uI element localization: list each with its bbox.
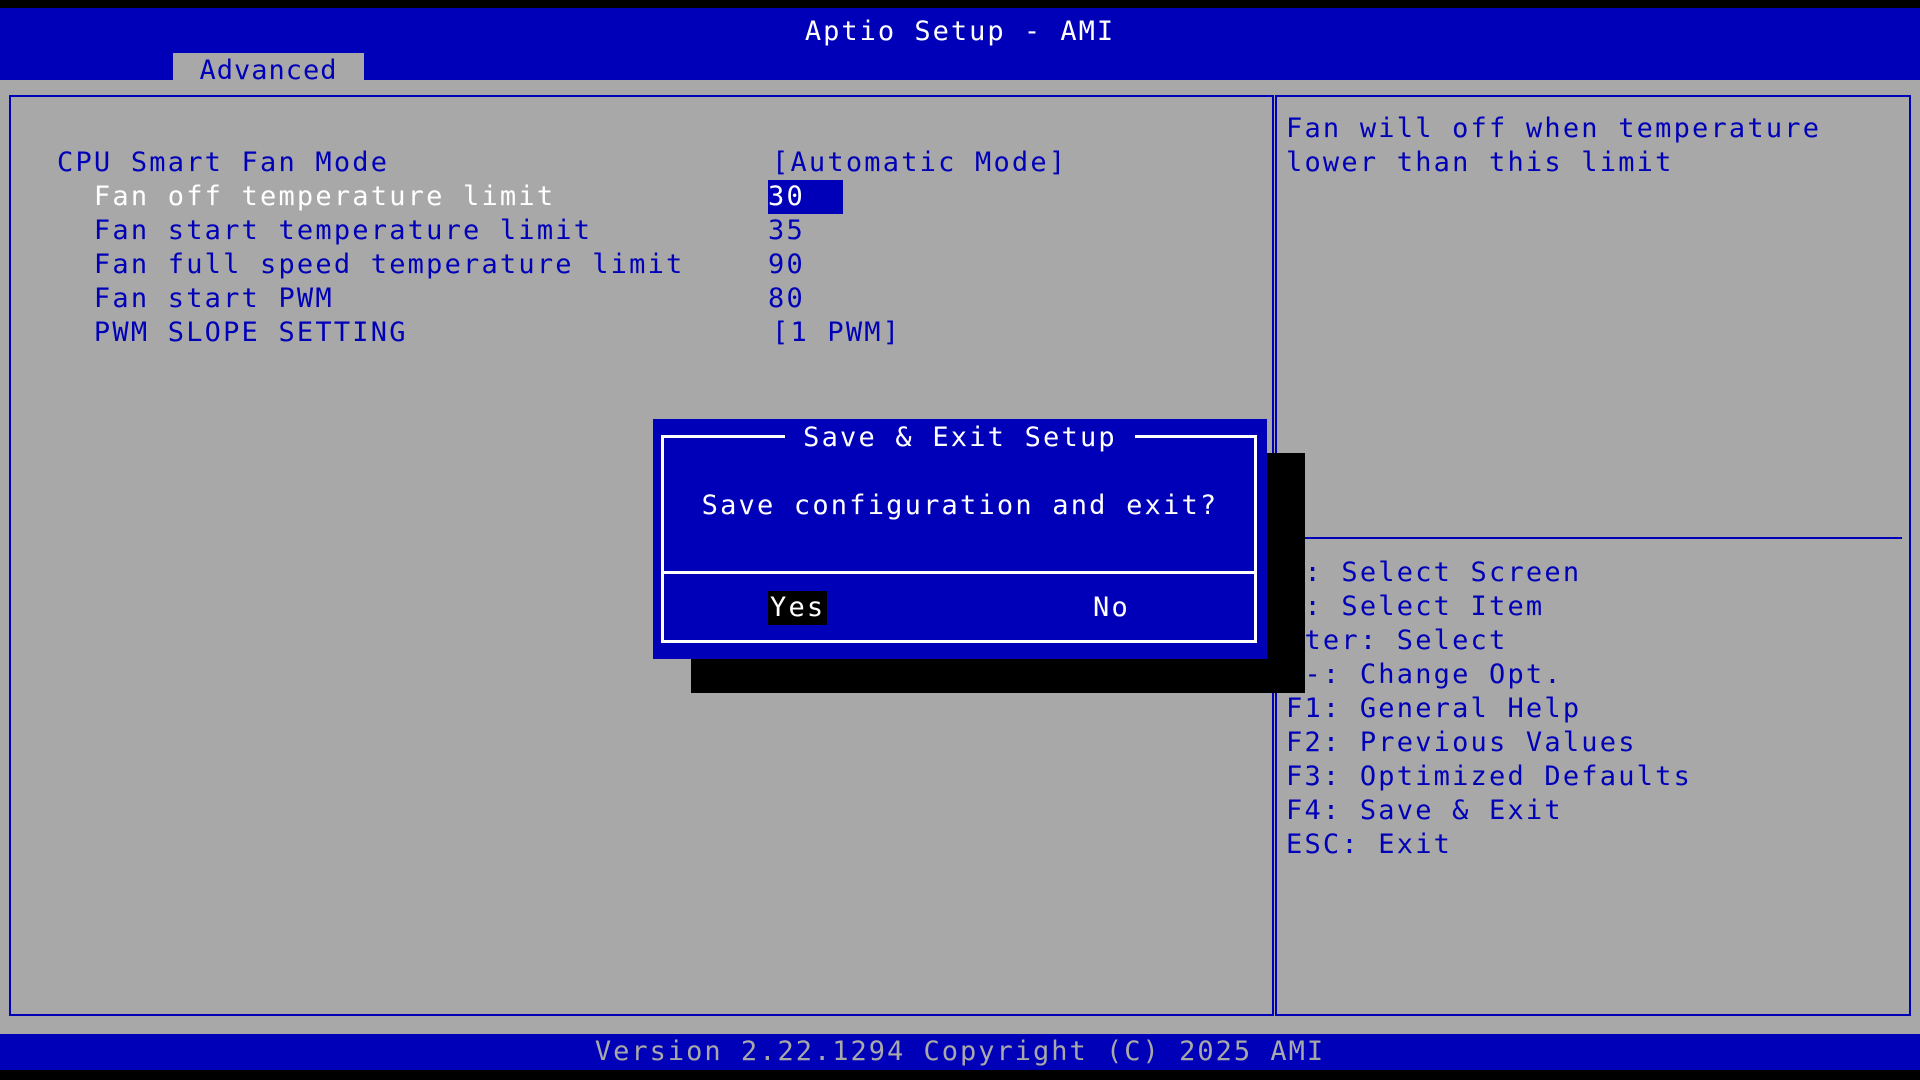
setting-label-pwm-slope-setting[interactable]: PWM SLOPE SETTING [57, 316, 408, 350]
save-exit-dialog: Save & Exit Setup Save configuration and… [653, 419, 1267, 659]
key-hint-select-screen: ←: Select Screen [1286, 557, 1582, 588]
key-hint-optimized-defaults: F3: Optimized Defaults [1286, 761, 1693, 792]
setting-value-fan-full-speed-temp-limit[interactable]: 90 [768, 248, 805, 282]
key-hint-save-exit: F4: Save & Exit [1286, 795, 1563, 826]
no-button[interactable]: No [1093, 591, 1130, 625]
version-copyright: Version 2.22.1294 Copyright (C) 2025 AMI [594, 1036, 1326, 1067]
setting-label-fan-off-temp-limit[interactable]: Fan off temperature limit [57, 180, 555, 214]
setting-value-fan-off-temp-limit[interactable]: 30 [768, 180, 843, 214]
help-line-2: lower than this limit [1286, 147, 1674, 178]
key-hint-previous-values: F2: Previous Values [1286, 727, 1637, 758]
setting-value-fan-start-pwm[interactable]: 80 [768, 282, 805, 316]
setting-value-cpu-smart-fan-mode[interactable]: [Automatic Mode] [772, 146, 1067, 180]
help-line-1: Fan will off when temperature [1286, 113, 1822, 144]
key-hint-change-opt: /-: Change Opt. [1286, 659, 1563, 690]
help-text: Fan will off when temperature lower than … [1286, 112, 1821, 180]
setting-label-fan-start-temp-limit[interactable]: Fan start temperature limit [57, 214, 592, 248]
key-hint-esc-exit: ESC: Exit [1286, 829, 1453, 860]
dialog-message: Save configuration and exit? [701, 490, 1219, 521]
setting-value-pwm-slope-setting[interactable]: [1 PWM] [772, 316, 901, 350]
setting-label-fan-full-speed-temp-limit[interactable]: Fan full speed temperature limit [57, 248, 684, 282]
dialog-separator [661, 571, 1257, 574]
key-hint-select-item: ↓: Select Item [1286, 591, 1545, 622]
bios-screen: Aptio Setup - AMI Advanced CPU Smart Fan… [0, 0, 1920, 1080]
header-bar: Aptio Setup - AMI Advanced [0, 8, 1920, 88]
yes-button[interactable]: Yes [768, 591, 828, 625]
key-hint-enter-select: nter: Select [1286, 625, 1508, 656]
setting-label-cpu-smart-fan-mode[interactable]: CPU Smart Fan Mode [57, 146, 389, 180]
dialog-frame [661, 435, 1257, 643]
help-divider [1290, 537, 1902, 539]
footer-bar: Version 2.22.1294 Copyright (C) 2025 AMI [0, 1034, 1920, 1070]
app-title: Aptio Setup - AMI [804, 16, 1116, 47]
key-hint-general-help: F1: General Help [1286, 693, 1582, 724]
setting-label-fan-start-pwm[interactable]: Fan start PWM [57, 282, 334, 316]
setting-value-fan-start-temp-limit[interactable]: 35 [768, 214, 805, 248]
